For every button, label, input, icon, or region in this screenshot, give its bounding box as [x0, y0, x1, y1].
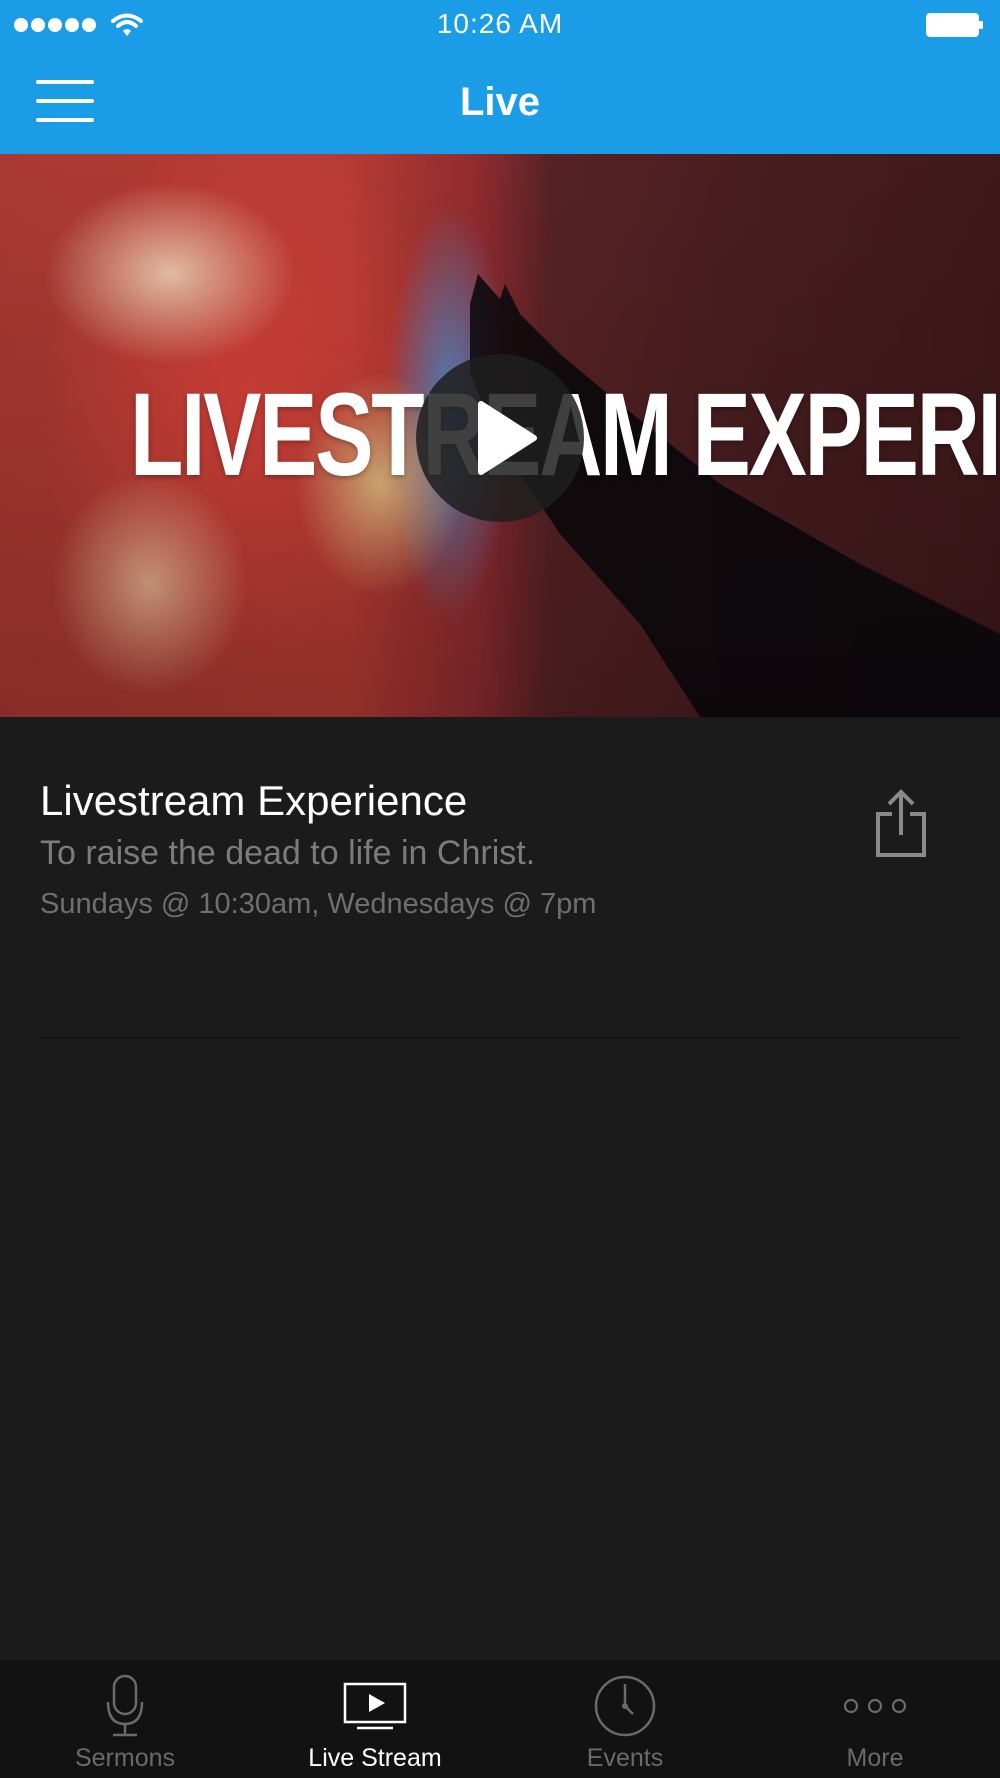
tab-events[interactable]: Events: [500, 1660, 750, 1778]
content-divider: [40, 1037, 960, 1039]
more-dots-icon: [843, 1698, 907, 1714]
tab-label: Sermons: [74, 1744, 176, 1772]
livestream-video-thumbnail[interactable]: LIVESTREAM EXPERIENCE: [0, 154, 1000, 717]
tab-more[interactable]: More: [750, 1660, 1000, 1778]
stream-info: Livestream Experience To raise the dead …: [0, 717, 1000, 1039]
tab-label: Live Stream: [308, 1744, 442, 1772]
share-icon[interactable]: [872, 789, 930, 859]
bottom-tab-bar: Sermons Live Stream Events More: [0, 1660, 1000, 1778]
play-icon: [478, 401, 537, 475]
app-header: 10:26 AM Live: [0, 0, 1000, 154]
tab-label: More: [846, 1744, 904, 1772]
stream-title: Livestream Experience: [40, 777, 468, 824]
stream-subtitle: To raise the dead to life in Christ.: [40, 834, 536, 872]
navigation-bar: Live: [0, 50, 1000, 154]
battery-icon: [926, 13, 983, 37]
tv-play-icon: [343, 1682, 407, 1730]
status-bar: 10:26 AM: [0, 0, 1000, 50]
page-title: Live: [459, 80, 541, 124]
play-button[interactable]: [416, 354, 584, 522]
tab-label: Events: [586, 1744, 664, 1772]
status-time: 10:26 AM: [436, 8, 564, 39]
tab-sermons[interactable]: Sermons: [0, 1660, 250, 1778]
clock-icon: [594, 1675, 656, 1737]
microphone-icon: [106, 1674, 144, 1737]
tab-live-stream[interactable]: Live Stream: [250, 1660, 500, 1778]
stream-schedule: Sundays @ 10:30am, Wednesdays @ 7pm: [40, 888, 597, 920]
